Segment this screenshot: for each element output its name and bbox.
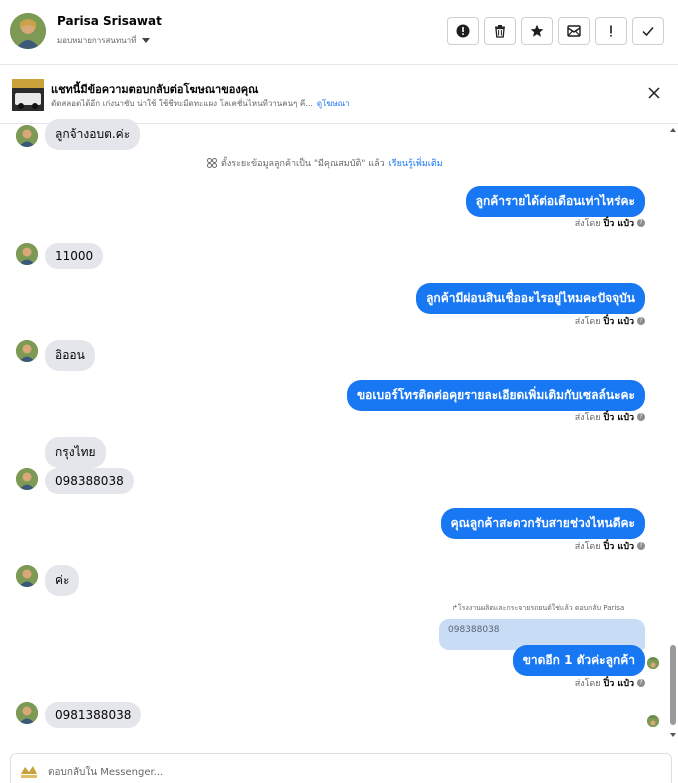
outgoing-message: ลูกค้ารายได้ต่อเดือนเท่าไหร่คะ xyxy=(465,186,645,217)
contact-avatar-small xyxy=(16,243,38,265)
ad-text: ตัดสลอตได้อีก เก่งนาชับ น่าใช้ ใช้ชีทะมี… xyxy=(51,99,313,108)
learn-more-link[interactable]: เรียนรู้เพิ่มเติม xyxy=(389,156,443,170)
seen-avatar xyxy=(647,715,659,727)
sent-by-label: ส่งโดย ปิ๋ว แป๋ว? xyxy=(575,676,645,690)
sent-by-prefix: ส่งโดย xyxy=(574,542,601,552)
scroll-up-arrow-icon[interactable] xyxy=(670,128,676,132)
conversation-actions xyxy=(447,17,664,45)
qualified-icon xyxy=(207,158,217,168)
outgoing-message: คุณลูกค้าสะดวกรับสายช่วงไหนดีคะ xyxy=(440,508,645,539)
sent-by-prefix: ส่งโดย xyxy=(574,413,601,423)
contact-avatar-small xyxy=(16,468,38,490)
seen-avatar xyxy=(647,657,659,669)
sender-name: ปิ๋ว แป๋ว xyxy=(603,219,634,229)
reply-input[interactable]: ตอบกลับใน Messenger... xyxy=(48,765,163,780)
delete-button[interactable] xyxy=(484,17,516,45)
sender-name: ปิ๋ว แป๋ว xyxy=(603,542,634,552)
contact-avatar-small xyxy=(16,565,38,587)
reply-context-text: โรงงานผลิตและกระจายรถยนต์ใช่แล้ว ตอบกลับ… xyxy=(457,604,625,612)
mark-unread-button[interactable] xyxy=(558,17,590,45)
help-icon[interactable]: ? xyxy=(637,542,645,550)
contact-avatar-small xyxy=(16,125,38,147)
star-icon xyxy=(530,24,544,37)
incoming-message: ค่ะ xyxy=(45,565,80,596)
sender-name: ปิ๋ว แป๋ว xyxy=(603,317,634,327)
incoming-message: กรุงไทย xyxy=(45,437,106,468)
sent-by-label: ส่งโดย ปิ๋ว แป๋ว? xyxy=(575,314,645,328)
outgoing-message: ลูกค้ามีผ่อนสินเชื่ออะไรอยู่ไหมคะปัจจุบั… xyxy=(416,283,645,314)
envelope-icon xyxy=(567,25,581,37)
assign-label: มอบหมายการสนทนาที่ xyxy=(57,36,137,45)
exclamation-icon xyxy=(610,25,612,37)
sent-by-prefix: ส่งโดย xyxy=(574,679,601,689)
check-icon xyxy=(642,27,654,37)
contact-avatar[interactable] xyxy=(10,13,46,49)
banner-subtitle: ตัดสลอตได้อีก เก่งนาชับ น่าใช้ ใช้ชีทะมี… xyxy=(51,97,350,110)
help-icon[interactable]: ? xyxy=(637,317,645,325)
incoming-message: 098388038 xyxy=(45,468,134,494)
help-icon[interactable]: ? xyxy=(637,413,645,421)
sent-by-prefix: ส่งโดย xyxy=(574,317,601,327)
reply-composer[interactable]: ตอบกลับใน Messenger... xyxy=(10,753,672,783)
outgoing-message: ขาดอีก 1 ตัวค่ะลูกค้า xyxy=(512,645,645,676)
system-note: ตั้งระยะข้อมูลลูกค้าเป็น "มีคุณสมบัติ" แ… xyxy=(207,156,443,170)
ad-reply-banner: แชทนี้มีข้อความตอบกลับต่อโฆษณาของคุณ ตัด… xyxy=(0,66,678,124)
reply-context: ↱โรงงานผลิตและกระจายรถยนต์ใช่แล้ว ตอบกลั… xyxy=(452,603,624,614)
view-ad-link[interactable]: ดูโฆษณา xyxy=(317,99,350,108)
help-icon[interactable]: ? xyxy=(637,679,645,687)
sender-name: ปิ๋ว แป๋ว xyxy=(603,413,634,423)
outgoing-message: ขอเบอร์โทรติดต่อคุยรายละเอียดเพิ่มเติมกั… xyxy=(346,380,645,411)
mark-spam-button[interactable] xyxy=(447,17,479,45)
priority-button[interactable] xyxy=(595,17,627,45)
sender-name: ปิ๋ว แป๋ว xyxy=(603,679,634,689)
banner-title: แชทนี้มีข้อความตอบกลับต่อโฆษณาของคุณ xyxy=(51,83,259,96)
sent-by-label: ส่งโดย ปิ๋ว แป๋ว? xyxy=(575,216,645,230)
star-button[interactable] xyxy=(521,17,553,45)
system-note-text: ตั้งระยะข้อมูลลูกค้าเป็น "มีคุณสมบัติ" แ… xyxy=(221,159,385,169)
alert-circle-icon xyxy=(456,24,470,38)
sent-by-prefix: ส่งโดย xyxy=(574,219,601,229)
help-icon[interactable]: ? xyxy=(637,219,645,227)
assign-conversation-dropdown[interactable]: มอบหมายการสนทนาที่ xyxy=(57,34,151,47)
conversation-header: Parisa Srisawat มอบหมายการสนทนาที่ xyxy=(0,0,678,65)
sent-by-label: ส่งโดย ปิ๋ว แป๋ว? xyxy=(575,539,645,553)
caret-down-icon xyxy=(142,38,151,43)
page-logo-icon xyxy=(21,766,37,778)
scroll-down-arrow-icon[interactable] xyxy=(670,733,676,737)
contact-name[interactable]: Parisa Srisawat xyxy=(57,14,162,28)
close-icon[interactable] xyxy=(647,86,661,100)
incoming-message: อิออน xyxy=(45,340,95,371)
contact-avatar-small xyxy=(16,340,38,362)
mark-done-button[interactable] xyxy=(632,17,664,45)
incoming-message: 11000 xyxy=(45,243,104,269)
ad-thumbnail[interactable] xyxy=(12,79,44,111)
trash-icon xyxy=(495,25,505,38)
scroll-thumb[interactable] xyxy=(670,645,676,725)
incoming-message: 0981388038 xyxy=(45,702,142,728)
incoming-message: ลูกจ้างอบต.ค่ะ xyxy=(45,119,141,150)
sent-by-label: ส่งโดย ปิ๋ว แป๋ว? xyxy=(575,410,645,424)
contact-avatar-small xyxy=(16,702,38,724)
